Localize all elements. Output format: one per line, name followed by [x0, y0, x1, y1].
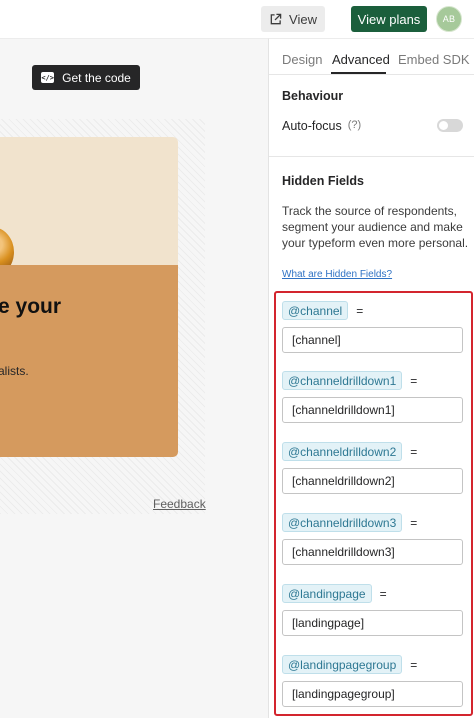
preview-card: e your alists.: [0, 137, 178, 457]
tab-advanced[interactable]: Advanced: [332, 52, 390, 67]
hidden-field-tag[interactable]: @landingpage: [282, 584, 372, 603]
hidden-field-value-input[interactable]: [channeldrilldown2]: [282, 468, 463, 494]
card-heading: e your: [0, 295, 62, 318]
view-button[interactable]: View: [261, 6, 325, 32]
hidden-field-value-input[interactable]: [channeldrilldown3]: [282, 539, 463, 565]
equals-sign: =: [410, 515, 418, 530]
get-the-code-button[interactable]: </> Get the code: [32, 65, 140, 90]
hidden-fields-description: Track the source of respondents, segment…: [282, 204, 469, 250]
hidden-field-channeldrilldown2: @channeldrilldown2 = [channeldrilldown2]: [282, 442, 463, 494]
top-bar: View View plans AB: [0, 0, 474, 38]
hidden-field-tag[interactable]: @channeldrilldown3: [282, 513, 403, 532]
autofocus-toggle[interactable]: [437, 119, 463, 132]
hidden-field-landingpagegroup: @landingpagegroup = [landingpagegroup]: [282, 655, 463, 707]
hidden-field-tag[interactable]: @channeldrilldown1: [282, 371, 403, 390]
hidden-field-landingpage: @landingpage = [landingpage]: [282, 584, 463, 636]
form-preview: </> Get the code e your alists. Feedback: [0, 38, 268, 718]
hidden-field-channeldrilldown3: @channeldrilldown3 = [channeldrilldown3]: [282, 513, 463, 565]
equals-sign: =: [379, 586, 387, 601]
card-subtext: alists.: [0, 364, 29, 378]
panel-tabs: Design Advanced Embed SDK: [269, 39, 474, 75]
equals-sign: =: [356, 303, 364, 318]
equals-sign: =: [410, 657, 418, 672]
get-the-code-label: Get the code: [62, 70, 131, 85]
settings-panel: Design Advanced Embed SDK Behaviour Auto…: [268, 38, 474, 718]
equals-sign: =: [410, 373, 418, 388]
avatar[interactable]: AB: [436, 6, 462, 32]
hidden-field-channel: @channel = [channel]: [282, 301, 463, 353]
code-icon: </>: [41, 72, 55, 83]
feedback-link[interactable]: Feedback: [153, 497, 206, 511]
hidden-field-value-input[interactable]: [landingpagegroup]: [282, 681, 463, 707]
section-divider: [269, 156, 474, 157]
behaviour-title: Behaviour: [282, 89, 344, 103]
hidden-fields-help-link[interactable]: What are Hidden Fields?: [282, 269, 392, 280]
autofocus-row: Auto-focus (?): [282, 119, 361, 133]
hidden-fields-title: Hidden Fields: [282, 174, 364, 188]
hidden-field-channeldrilldown1: @channeldrilldown1 = [channeldrilldown1]: [282, 371, 463, 423]
hidden-field-tag[interactable]: @landingpagegroup: [282, 655, 403, 674]
view-button-label: View: [289, 11, 317, 27]
hidden-field-value-input[interactable]: [channel]: [282, 327, 463, 353]
toggle-knob: [439, 121, 448, 130]
tab-design[interactable]: Design: [282, 52, 322, 67]
hidden-field-value-input[interactable]: [landingpage]: [282, 610, 463, 636]
autofocus-help-icon[interactable]: (?): [348, 119, 361, 133]
active-tab-indicator: [331, 72, 386, 74]
tab-embed-sdk[interactable]: Embed SDK: [398, 52, 470, 67]
external-link-icon: [270, 13, 282, 24]
hidden-field-tag[interactable]: @channel: [282, 301, 349, 320]
autofocus-label: Auto-focus: [282, 119, 342, 133]
hidden-field-value-input[interactable]: [channeldrilldown1]: [282, 397, 463, 423]
card-image-area: [0, 137, 178, 277]
equals-sign: =: [410, 444, 418, 459]
hidden-fields-highlight: [274, 291, 473, 716]
view-plans-button[interactable]: View plans: [351, 6, 427, 32]
hidden-field-tag[interactable]: @channeldrilldown2: [282, 442, 403, 461]
card-content-area: [0, 265, 178, 457]
